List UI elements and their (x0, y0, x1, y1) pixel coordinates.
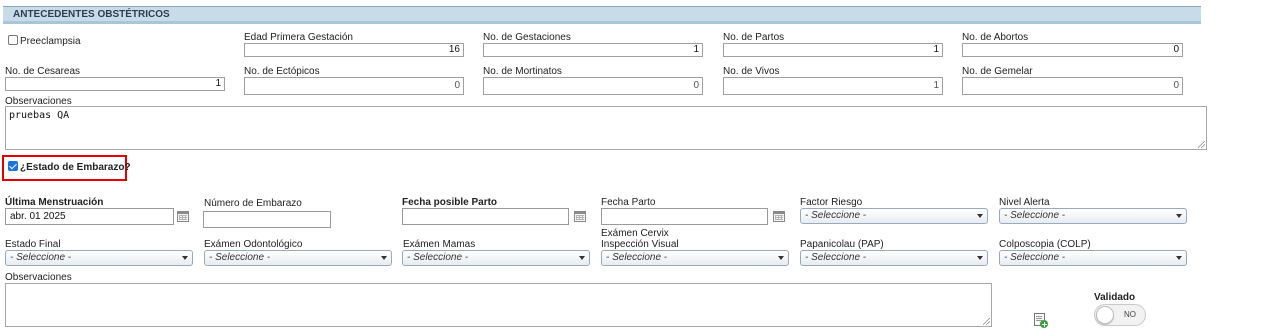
abortos-label: No. de Abortos (962, 32, 1029, 43)
gemelar-input[interactable]: 0 (962, 77, 1183, 95)
ectopicos-label: No. de Ectópicos (244, 66, 320, 77)
nivel-alerta-label: Nivel Alerta (999, 197, 1050, 208)
add-document-icon[interactable] (1034, 313, 1048, 329)
estado-embarazo-checkbox[interactable] (8, 161, 18, 171)
odontologico-label: Exámen Odontológico (204, 239, 303, 250)
edad-primera-gestacion-input[interactable]: 16 (244, 43, 464, 57)
mamas-select[interactable]: - Seleccione - (402, 250, 590, 266)
ectopicos-input[interactable]: 0 (244, 77, 464, 95)
embarazo-observaciones-textarea[interactable] (5, 283, 992, 327)
chevron-down-icon (1176, 214, 1182, 218)
chevron-down-icon (778, 256, 784, 260)
fecha-parto-label: Fecha Parto (601, 197, 656, 208)
embarazo-observaciones-label: Observaciones (5, 272, 72, 283)
colp-value: - Seleccione - (1004, 252, 1066, 263)
calendar-icon[interactable] (773, 211, 785, 222)
chevron-down-icon (381, 256, 387, 260)
nivel-alerta-value: - Seleccione - (1004, 210, 1066, 221)
mamas-label: Exámen Mamas (403, 239, 476, 250)
chevron-down-icon (977, 256, 983, 260)
fecha-posible-parto-label: Fecha posible Parto (402, 197, 498, 208)
fecha-parto-input[interactable] (601, 208, 768, 225)
abortos-input[interactable]: 0 (962, 43, 1183, 57)
estado-final-select[interactable]: - Seleccione - (5, 250, 193, 266)
cesareas-input[interactable]: 1 (5, 77, 225, 91)
ultima-menstruacion-input[interactable]: abr. 01 2025 (5, 208, 174, 225)
mortinatos-input[interactable]: 0 (483, 77, 703, 95)
vivos-label: No. de Vivos (723, 66, 780, 77)
preeclampsia-checkbox[interactable] (8, 35, 18, 45)
gemelar-label: No. de Gemelar (962, 66, 1033, 77)
observaciones-text: pruebas QA (9, 110, 70, 121)
cervix-label-line2: Inspección Visual (601, 239, 679, 250)
observaciones-textarea[interactable]: pruebas QA (5, 106, 1207, 150)
estado-embarazo-label: ¿Estado de Embarazo? (20, 162, 131, 173)
pap-select[interactable]: - Seleccione - (800, 250, 988, 266)
estado-final-label: Estado Final (5, 239, 61, 250)
cervix-select[interactable]: - Seleccione - (601, 250, 789, 266)
factor-riesgo-value: - Seleccione - (805, 210, 867, 221)
validado-label: Validado (1094, 292, 1136, 303)
pap-label: Papanicolau (PAP) (800, 239, 884, 250)
mortinatos-label: No. de Mortinatos (483, 66, 562, 77)
chevron-down-icon (579, 256, 585, 260)
resize-grip-icon[interactable] (1198, 141, 1205, 148)
section-title: ANTECEDENTES OBSTÉTRICOS (13, 9, 170, 20)
partos-label: No. de Partos (723, 32, 785, 43)
resize-grip-icon[interactable] (983, 318, 990, 325)
fecha-posible-parto-input[interactable] (402, 208, 569, 225)
validado-toggle-text: NO (1124, 310, 1136, 319)
pap-value: - Seleccione - (805, 252, 867, 263)
chevron-down-icon (977, 214, 983, 218)
partos-input[interactable]: 1 (723, 43, 943, 57)
estado-final-value: - Seleccione - (10, 252, 72, 263)
validado-toggle[interactable]: NO (1094, 304, 1146, 326)
edad-primera-gestacion-label: Edad Primera Gestación (244, 32, 353, 43)
plus-icon (1040, 320, 1048, 328)
gestaciones-label: No. de Gestaciones (483, 32, 571, 43)
odontologico-value: - Seleccione - (209, 252, 271, 263)
mamas-value: - Seleccione - (407, 252, 469, 263)
chevron-down-icon (182, 256, 188, 260)
calendar-icon[interactable] (574, 211, 586, 222)
vivos-input[interactable]: 1 (723, 77, 943, 95)
nivel-alerta-select[interactable]: - Seleccione - (999, 208, 1187, 224)
numero-embarazo-label: Número de Embarazo (204, 198, 302, 209)
chevron-down-icon (1176, 256, 1182, 260)
cesareas-label: No. de Cesareas (5, 66, 81, 77)
cervix-label-line1: Exámen Cervix (601, 228, 669, 239)
cervix-value: - Seleccione - (606, 252, 668, 263)
section-header: ANTECEDENTES OBSTÉTRICOS (3, 6, 1201, 24)
numero-embarazo-input[interactable] (203, 211, 331, 228)
factor-riesgo-select[interactable]: - Seleccione - (800, 208, 988, 224)
colp-select[interactable]: - Seleccione - (999, 250, 1187, 266)
colp-label: Colposcopia (COLP) (999, 239, 1091, 250)
calendar-icon[interactable] (177, 211, 189, 222)
ultima-menstruacion-label: Última Menstruación (5, 197, 104, 208)
toggle-knob (1096, 306, 1114, 324)
factor-riesgo-label: Factor Riesgo (800, 197, 863, 208)
preeclampsia-label: Preeclampsia (20, 36, 81, 47)
odontologico-select[interactable]: - Seleccione - (204, 250, 392, 266)
gestaciones-input[interactable]: 1 (483, 43, 703, 57)
